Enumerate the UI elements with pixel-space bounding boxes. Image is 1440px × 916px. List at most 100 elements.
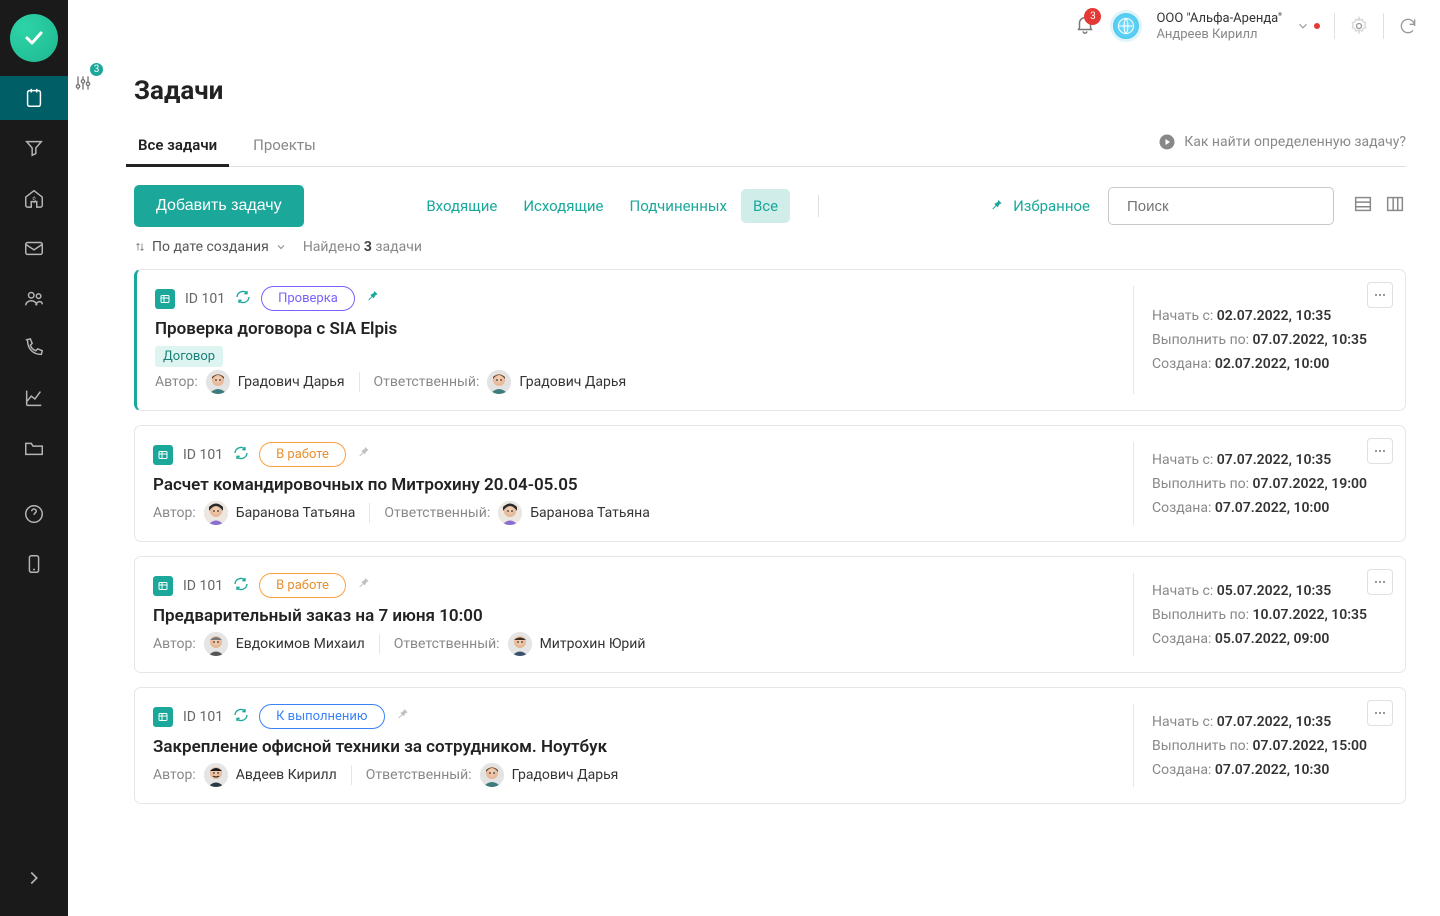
user-menu-toggle[interactable] (1296, 19, 1320, 33)
task-tag: Договор (155, 346, 223, 367)
sort-label: По дате создания (152, 239, 269, 255)
nav-phone[interactable] (0, 326, 68, 370)
sort-row: По дате создания Найдено 3 задачи (134, 239, 1406, 255)
nav-folder[interactable] (0, 426, 68, 470)
author-avatar (206, 370, 230, 394)
created-date: 05.07.2022, 09:00 (1215, 631, 1330, 647)
nav-funnel[interactable] (0, 126, 68, 170)
due-date: 07.07.2022, 15:00 (1253, 738, 1368, 754)
task-card[interactable]: ID 101 Проверка Проверка договора c SIA … (134, 269, 1406, 411)
task-menu-button[interactable] (1367, 569, 1393, 595)
task-menu-button[interactable] (1367, 438, 1393, 464)
filter-incoming[interactable]: Входящие (414, 189, 509, 223)
settings-button[interactable] (1349, 16, 1369, 36)
search-input-wrap[interactable] (1108, 187, 1334, 225)
created-date: 07.07.2022, 10:00 (1215, 500, 1330, 516)
task-dates: Начать с: 05.07.2022, 10:35 Выполнить по… (1133, 573, 1387, 656)
refresh-button[interactable] (1398, 16, 1418, 36)
nav-expand[interactable] (0, 856, 68, 900)
task-id: ID 101 (183, 709, 223, 725)
app-logo (10, 14, 58, 62)
responsible-label: Ответственный: (384, 505, 490, 521)
nav-home[interactable]: $ (0, 176, 68, 220)
filter-outgoing[interactable]: Исходящие (511, 189, 615, 223)
adjust-icon[interactable]: 3 (68, 68, 98, 98)
task-menu-button[interactable] (1367, 700, 1393, 726)
adjust-badge: 3 (89, 62, 104, 77)
nav-people[interactable] (0, 276, 68, 320)
task-title: Расчет командировочных по Митрохину 20.0… (153, 475, 578, 495)
view-toggles (1352, 193, 1406, 219)
responsible-name: Градович Дарья (519, 374, 626, 390)
status-badge: Проверка (261, 286, 355, 311)
task-card[interactable]: ID 101 В работе Расчет командировочных п… (134, 425, 1406, 542)
pin-button[interactable] (356, 445, 372, 465)
tab-projects[interactable]: Проекты (249, 128, 320, 166)
divider (818, 195, 819, 217)
sort-button[interactable]: По дате создания (134, 239, 287, 255)
avatar[interactable] (1110, 10, 1142, 42)
divider (1334, 13, 1335, 39)
responsible-label: Ответственный: (394, 636, 500, 652)
start-date: 07.07.2022, 10:35 (1217, 452, 1332, 468)
author-avatar (204, 501, 228, 525)
task-dates: Начать с: 07.07.2022, 10:35 Выполнить по… (1133, 442, 1387, 525)
responsible-avatar (498, 501, 522, 525)
notifications-button[interactable]: 3 (1074, 13, 1096, 39)
task-title: Закрепление офисной техники за сотрудник… (153, 737, 607, 757)
start-date: 07.07.2022, 10:35 (1217, 714, 1332, 730)
status-badge: К выполнению (259, 704, 384, 729)
company-name: ООО "Альфа-Аренда" (1156, 11, 1282, 26)
task-card[interactable]: ID 101 К выполнению Закрепление офисной … (134, 687, 1406, 804)
filter-favourites-label: Избранное (1013, 197, 1090, 215)
author-label: Автор: (155, 374, 198, 390)
view-board-button[interactable] (1384, 193, 1406, 219)
nav-mail[interactable] (0, 226, 68, 270)
add-task-button[interactable]: Добавить задачу (134, 185, 304, 227)
task-dates: Начать с: 07.07.2022, 10:35 Выполнить по… (1133, 704, 1387, 787)
task-list: ID 101 Проверка Проверка договора c SIA … (134, 269, 1406, 834)
help-link[interactable]: Как найти определенную задачу? (1158, 133, 1406, 161)
task-title: Предварительный заказ на 7 июня 10:00 (153, 606, 483, 626)
help-link-label: Как найти определенную задачу? (1184, 134, 1406, 150)
author-name: Градович Дарья (238, 374, 345, 390)
toolbar: Добавить задачу Входящие Исходящие Подчи… (134, 185, 1406, 227)
responsible-avatar (487, 370, 511, 394)
due-date: 10.07.2022, 10:35 (1253, 607, 1368, 623)
due-date: 07.07.2022, 10:35 (1253, 332, 1368, 348)
author-avatar (204, 763, 228, 787)
view-list-button[interactable] (1352, 193, 1374, 219)
task-id: ID 101 (183, 447, 223, 463)
nav-mobile[interactable] (0, 542, 68, 586)
responsible-avatar (480, 763, 504, 787)
notification-count: 3 (1084, 8, 1101, 25)
filter-all[interactable]: Все (741, 189, 790, 223)
nav-help[interactable] (0, 492, 68, 536)
nav-rail: $ (0, 0, 68, 916)
repeat-icon (233, 707, 249, 727)
pin-button[interactable] (395, 707, 411, 727)
tab-all[interactable]: Все задачи (134, 128, 221, 166)
repeat-icon (233, 576, 249, 596)
responsible-avatar (508, 632, 532, 656)
author-label: Автор: (153, 505, 196, 521)
found-text: Найдено 3 задачи (303, 239, 422, 255)
search-input[interactable] (1127, 198, 1326, 215)
filter-subordinates[interactable]: Подчиненных (618, 189, 739, 223)
due-date: 07.07.2022, 19:00 (1253, 476, 1368, 492)
top-bar: 3 ООО "Альфа-Аренда" Андреев Кирилл (68, 0, 1440, 52)
task-menu-button[interactable] (1367, 282, 1393, 308)
author-name: Авдеев Кирилл (236, 767, 337, 783)
responsible-name: Митрохин Юрий (540, 636, 646, 652)
secondary-panel: 3 (68, 68, 98, 98)
created-date: 07.07.2022, 10:30 (1215, 762, 1330, 778)
repeat-icon (235, 289, 251, 309)
pin-button[interactable] (356, 576, 372, 596)
created-date: 02.07.2022, 10:00 (1215, 356, 1330, 372)
filter-favourites[interactable]: Избранное (847, 197, 1090, 215)
nav-analytics[interactable] (0, 376, 68, 420)
nav-tasks[interactable] (0, 76, 68, 120)
task-card[interactable]: ID 101 В работе Предварительный заказ на… (134, 556, 1406, 673)
author-name: Баранова Татьяна (236, 505, 356, 521)
pin-button[interactable] (365, 289, 381, 309)
